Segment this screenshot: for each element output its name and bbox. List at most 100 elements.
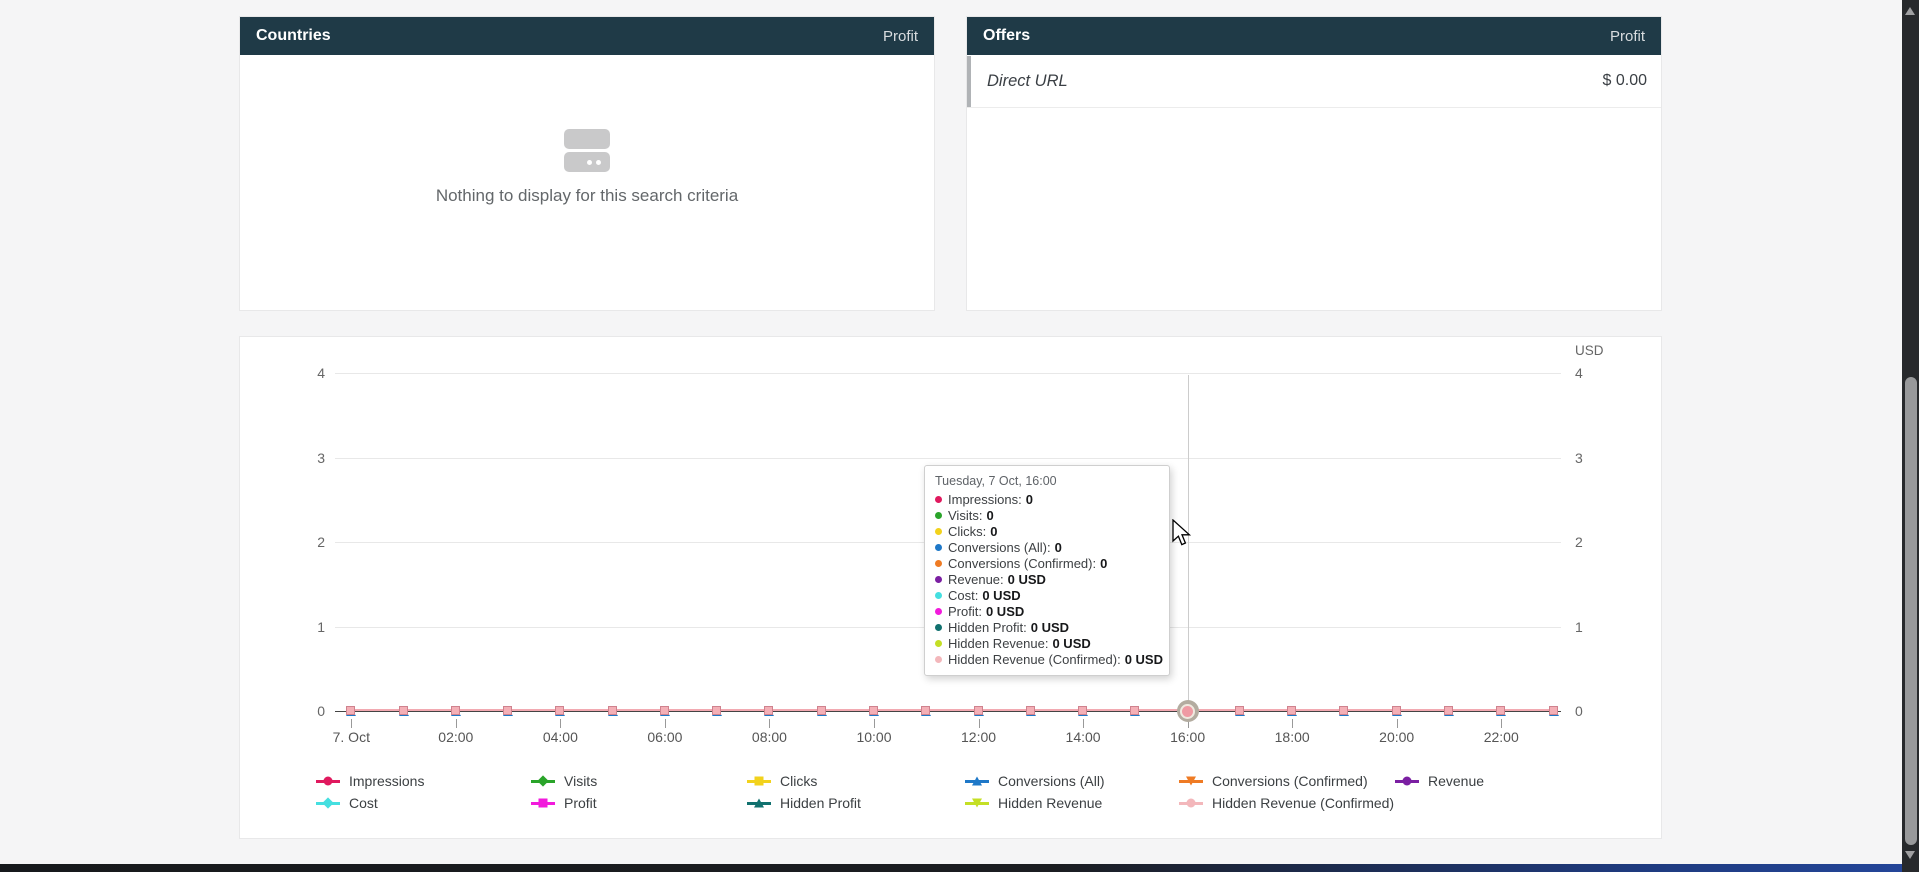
legend-tri-down-marker-icon: [1186, 777, 1196, 786]
legend-item-conversions-confirmed[interactable]: Conversions (Confirmed): [1179, 773, 1368, 789]
page-vertical-scrollbar[interactable]: [1902, 0, 1919, 872]
tooltip-metric-label: Hidden Revenue (Confirmed):: [948, 652, 1121, 667]
legend-label: Impressions: [349, 773, 424, 789]
x-axis-tick-label: 20:00: [1352, 729, 1442, 745]
tooltip-metric-value: 0: [1026, 492, 1033, 507]
legend-item-cost[interactable]: Cost: [316, 795, 378, 811]
data-point-marker-icon: [1235, 706, 1244, 715]
offers-panel-header: Offers Profit: [967, 17, 1661, 55]
tooltip-metric-row: Revenue:0 USD: [935, 571, 1159, 587]
right-axis-tick-label: 1: [1575, 618, 1583, 636]
right-axis-unit-label: USD: [1575, 343, 1604, 358]
chart-data-point[interactable]: [659, 704, 671, 718]
right-axis-tick-label: 2: [1575, 533, 1583, 551]
chart-data-point[interactable]: [398, 704, 410, 718]
chart-data-point[interactable]: [345, 704, 357, 718]
legend-label: Hidden Profit: [780, 795, 861, 811]
chart-data-point[interactable]: [920, 704, 932, 718]
tooltip-metric-row: Impressions:0: [935, 491, 1159, 507]
legend-tri-up-marker-icon: [754, 799, 764, 808]
legend-diamond-marker-icon: [537, 775, 548, 786]
legend-item-profit[interactable]: Profit: [531, 795, 597, 811]
chart-data-point[interactable]: [607, 704, 619, 718]
legend-tri-down-marker-icon: [972, 799, 982, 808]
legend-label: Clicks: [780, 773, 817, 789]
chart-data-point[interactable]: [1495, 704, 1507, 718]
tooltip-title: Tuesday, 7 Oct, 16:00: [935, 474, 1159, 488]
offers-metric-column-label[interactable]: Profit: [1610, 28, 1645, 45]
legend-label: Hidden Revenue: [998, 795, 1102, 811]
legend-item-clicks[interactable]: Clicks: [747, 773, 817, 789]
legend-square-marker-icon: [755, 777, 764, 786]
chart-data-point[interactable]: [502, 704, 514, 718]
chart-data-point[interactable]: [816, 704, 828, 718]
tooltip-metric-row: Clicks:0: [935, 523, 1159, 539]
scroll-up-arrow-icon[interactable]: [1905, 7, 1915, 15]
offer-row[interactable]: Direct URL$ 0.00: [967, 55, 1661, 108]
chart-data-point[interactable]: [973, 704, 985, 718]
legend-item-conversions-all[interactable]: Conversions (All): [965, 773, 1105, 789]
chart-data-point[interactable]: [1443, 704, 1455, 718]
legend-marker: [531, 775, 555, 787]
offer-name[interactable]: Direct URL: [987, 72, 1068, 91]
chart-data-point[interactable]: [1338, 704, 1350, 718]
hovered-point-ring: [1180, 704, 1195, 719]
chart-data-point[interactable]: [763, 704, 775, 718]
left-axis-tick-label: 1: [280, 618, 325, 636]
chart-data-point[interactable]: [1234, 704, 1246, 718]
countries-metric-column-label[interactable]: Profit: [883, 28, 918, 45]
left-axis-tick-label: 3: [280, 449, 325, 467]
hovered-data-point[interactable]: [1177, 700, 1199, 722]
chart-data-point[interactable]: [1077, 704, 1089, 718]
data-point-marker-icon: [869, 706, 878, 715]
chart-data-point[interactable]: [1129, 704, 1141, 718]
x-axis-tick: [456, 719, 457, 728]
empty-state-message: Nothing to display for this search crite…: [240, 186, 934, 206]
scrollbar-thumb[interactable]: [1905, 377, 1917, 845]
x-axis-tick: [874, 719, 875, 728]
x-axis-tick: [1397, 719, 1398, 728]
chart-data-point[interactable]: [450, 704, 462, 718]
scroll-down-arrow-icon[interactable]: [1905, 851, 1915, 859]
hovered-point-core: [1182, 706, 1193, 717]
x-axis-tick-label: 14:00: [1038, 729, 1128, 745]
data-point-marker-icon: [1287, 706, 1296, 715]
legend-label: Visits: [564, 773, 597, 789]
tooltip-metric-value: 0 USD: [1031, 620, 1069, 635]
legend-item-visits[interactable]: Visits: [531, 773, 597, 789]
chart-data-point[interactable]: [1286, 704, 1298, 718]
chart-data-point[interactable]: [554, 704, 566, 718]
legend-item-hidden-profit[interactable]: Hidden Profit: [747, 795, 861, 811]
data-point-marker-icon: [1339, 706, 1348, 715]
offers-panel: Offers Profit Direct URL$ 0.00: [967, 17, 1661, 310]
legend-label: Profit: [564, 795, 597, 811]
tooltip-metric-row: Hidden Revenue:0 USD: [935, 635, 1159, 651]
legend-item-hidden-revenue[interactable]: Hidden Revenue: [965, 795, 1102, 811]
legend-item-revenue[interactable]: Revenue: [1395, 773, 1484, 789]
empty-state: Nothing to display for this search crite…: [240, 129, 934, 206]
right-axis-tick-label: 3: [1575, 449, 1583, 467]
chart-data-point[interactable]: [1548, 704, 1560, 718]
chart-data-point[interactable]: [711, 704, 723, 718]
legend-circle-marker-icon: [324, 777, 333, 786]
tooltip-metric-row: Hidden Profit:0 USD: [935, 619, 1159, 635]
chart-data-point[interactable]: [1391, 704, 1403, 718]
data-point-marker-icon: [608, 706, 617, 715]
bottom-taskbar-edge: [0, 864, 1919, 872]
legend-circle-marker-icon: [1403, 777, 1412, 786]
chart-panel: USD 44332211007. Oct02:0004:0006:0008:00…: [240, 337, 1661, 838]
legend-marker: [1395, 775, 1419, 787]
icon-dot: [587, 160, 592, 165]
tooltip-metric-row: Visits:0: [935, 507, 1159, 523]
chart-data-point[interactable]: [1025, 704, 1037, 718]
tooltip-metric-row: Conversions (All):0: [935, 539, 1159, 555]
tooltip-metric-label: Cost:: [948, 588, 978, 603]
chart-data-point[interactable]: [868, 704, 880, 718]
countries-panel-header: Countries Profit: [240, 17, 934, 55]
x-axis-tick: [979, 719, 980, 728]
gridline: [335, 458, 1561, 459]
legend-item-hidden-revenue-confirmed[interactable]: Hidden Revenue (Confirmed): [1179, 795, 1394, 811]
legend-item-impressions[interactable]: Impressions: [316, 773, 424, 789]
legend-label: Cost: [349, 795, 378, 811]
x-axis-tick: [665, 719, 666, 728]
